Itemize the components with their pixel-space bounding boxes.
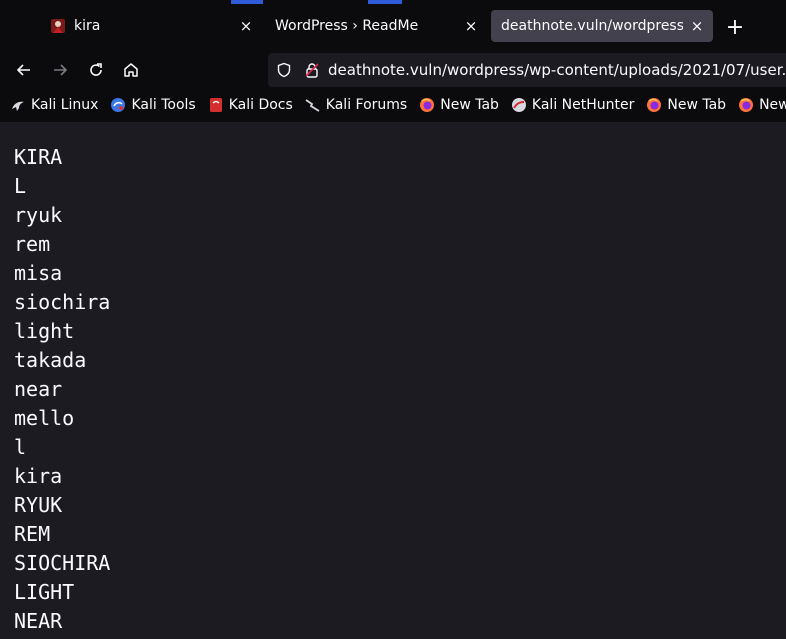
navigation-bar: deathnote.vuln/wordpress/wp-content/uplo… [0, 50, 786, 90]
bookmark-label: New Tab [667, 97, 727, 113]
tab-wordpress-readme[interactable]: WordPress › ReadMe × [265, 10, 487, 42]
bookmark-label: Kali NetHunter [531, 97, 635, 113]
text-line: NEAR [14, 609, 63, 633]
close-tab-icon[interactable]: × [463, 17, 479, 35]
tab-indicator [231, 0, 263, 4]
text-line: ryuk [14, 203, 63, 227]
bookmark-label: New Tab [759, 97, 786, 113]
kira-favicon-icon [51, 19, 65, 33]
insecure-lock-icon[interactable] [304, 62, 320, 78]
tab-user-txt[interactable]: deathnote.vuln/wordpress/wp-content/uplo… [491, 10, 713, 42]
text-line: takada [14, 348, 87, 372]
text-line: LIGHT [14, 580, 75, 604]
text-line: L [14, 174, 27, 198]
text-line: light [14, 319, 75, 343]
bookmark-new-tab[interactable]: New Tab [646, 97, 726, 113]
bookmark-kali-linux[interactable]: Kali Linux [10, 97, 98, 113]
plain-text-document: KIRA L ryuk rem misa siochira light taka… [0, 122, 786, 639]
text-line: KIRA [14, 145, 63, 169]
tab-bar: kira × WordPress › ReadMe × deathnote.vu… [0, 6, 786, 46]
kali-dragon-icon [12, 101, 24, 111]
bookmark-new-tab[interactable]: New Tab [419, 97, 499, 113]
text-line: RYUK [14, 493, 63, 517]
bookmark-kali-tools[interactable]: Kali Tools [110, 97, 196, 113]
back-arrow-icon [16, 64, 30, 76]
text-line: SIOCHIRA [14, 551, 111, 575]
bookmark-kali-nethunter[interactable]: Kali NetHunter [511, 97, 634, 113]
text-line: l [14, 435, 27, 459]
nethunter-icon [511, 98, 526, 112]
text-line: rem [14, 232, 51, 256]
bookmarks-toolbar: Kali Linux Kali Tools Kali Docs Kali For… [0, 92, 786, 118]
shield-icon[interactable] [276, 62, 292, 78]
new-tab-button[interactable]: + [722, 16, 748, 42]
forward-button[interactable] [46, 56, 74, 84]
text-line: kira [14, 464, 63, 488]
back-button[interactable] [10, 56, 38, 84]
url-text: deathnote.vuln/wordpress/wp-content/uplo… [328, 61, 786, 79]
reload-icon [90, 63, 102, 76]
bookmark-label: Kali Docs [228, 97, 293, 113]
bookmark-label: New Tab [440, 97, 499, 113]
tab-label: kira [74, 18, 101, 34]
browser-chrome: kira × WordPress › ReadMe × deathnote.vu… [0, 0, 786, 122]
tab-kira[interactable]: kira × [40, 10, 262, 42]
text-line: near [14, 377, 63, 401]
text-line: siochira [14, 290, 111, 314]
firefox-icon [739, 98, 754, 112]
bookmark-label: Kali Linux [31, 97, 99, 113]
close-tab-icon[interactable]: × [238, 17, 254, 35]
text-line: mello [14, 406, 75, 430]
bookmark-label: Kali Tools [131, 97, 196, 113]
url-bar[interactable]: deathnote.vuln/wordpress/wp-content/uplo… [268, 53, 786, 87]
tab-indicator [368, 0, 402, 4]
tab-label: deathnote.vuln/wordpress/wp-content/uplo… [501, 18, 683, 34]
kali-docs-icon [209, 98, 222, 112]
close-tab-icon[interactable]: × [689, 17, 705, 35]
kali-forums-icon [305, 99, 320, 112]
tab-label: WordPress › ReadMe [275, 18, 419, 34]
forward-arrow-icon [54, 64, 68, 76]
reload-button[interactable] [82, 56, 110, 84]
bookmark-new-tab[interactable]: New Tab [738, 97, 786, 113]
text-line: misa [14, 261, 63, 285]
bookmark-kali-docs[interactable]: Kali Docs [208, 97, 293, 113]
bookmark-label: Kali Forums [325, 97, 408, 113]
bookmark-kali-forums[interactable]: Kali Forums [305, 97, 407, 113]
firefox-icon [420, 98, 435, 112]
firefox-icon [647, 98, 662, 112]
text-line: REM [14, 522, 51, 546]
home-button[interactable] [117, 56, 145, 84]
kali-tools-icon [111, 98, 126, 112]
home-icon [124, 63, 138, 77]
